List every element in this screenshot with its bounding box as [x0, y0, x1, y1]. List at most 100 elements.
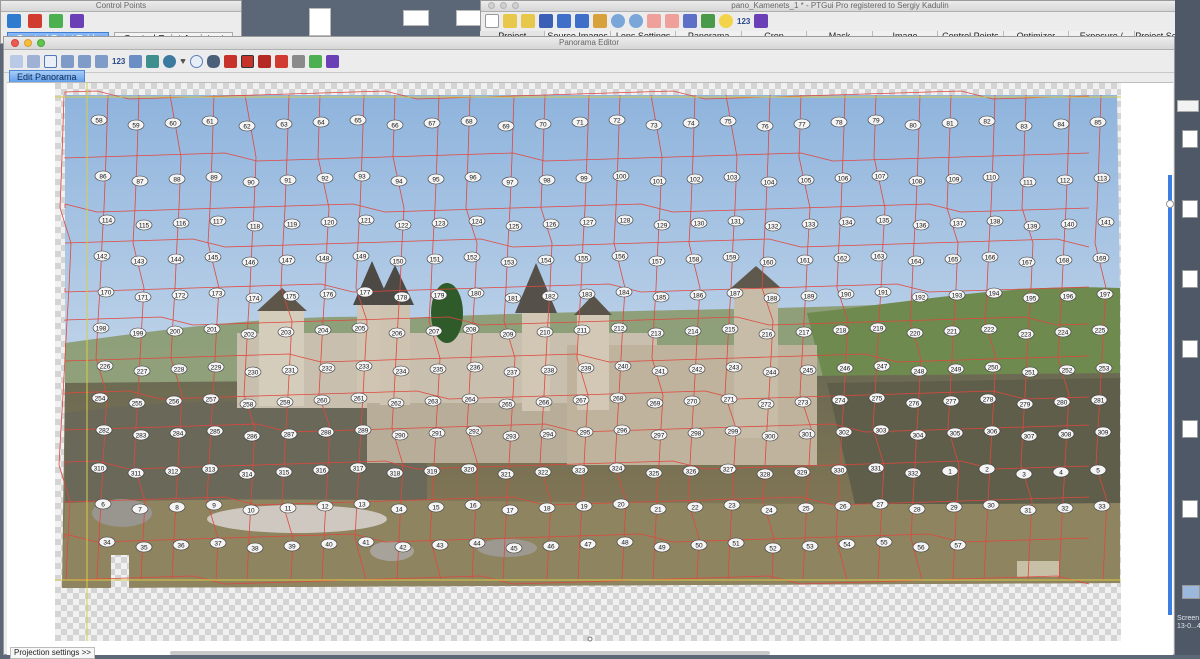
- control-point-marker[interactable]: 156: [611, 250, 629, 262]
- control-point-marker[interactable]: 293: [502, 430, 520, 442]
- control-point-marker[interactable]: 36: [172, 539, 190, 551]
- control-point-marker[interactable]: 193: [948, 289, 966, 301]
- control-point-marker[interactable]: 129: [653, 219, 671, 231]
- control-point-marker[interactable]: 165: [944, 253, 962, 265]
- control-point-marker[interactable]: 123: [431, 217, 449, 229]
- control-point-marker[interactable]: 319: [423, 465, 441, 477]
- control-point-marker[interactable]: 174: [245, 292, 263, 304]
- pin-icon[interactable]: [7, 14, 21, 28]
- desktop-file-icon[interactable]: [1182, 340, 1198, 358]
- control-point-marker[interactable]: 280: [1053, 396, 1071, 408]
- control-point-marker[interactable]: 328: [756, 468, 774, 480]
- control-point-marker[interactable]: 5: [1089, 464, 1107, 476]
- control-point-marker[interactable]: 282: [95, 424, 113, 436]
- control-point-marker[interactable]: 69: [497, 120, 515, 132]
- red-square-icon[interactable]: [224, 54, 238, 68]
- control-point-marker[interactable]: 206: [388, 327, 406, 339]
- control-point-marker[interactable]: 218: [832, 324, 850, 336]
- control-point-marker[interactable]: 310: [90, 462, 108, 474]
- control-point-marker[interactable]: 162: [833, 252, 851, 264]
- control-point-marker[interactable]: 318: [386, 467, 404, 479]
- control-point-marker[interactable]: 84: [1052, 118, 1070, 130]
- control-point-marker[interactable]: 220: [906, 327, 924, 339]
- control-point-marker[interactable]: 211: [573, 324, 591, 336]
- control-point-marker[interactable]: 131: [727, 215, 745, 227]
- control-point-marker[interactable]: 77: [793, 118, 811, 130]
- control-point-marker[interactable]: 287: [280, 428, 298, 440]
- control-point-marker[interactable]: 47: [579, 538, 597, 550]
- control-point-marker[interactable]: 26: [834, 500, 852, 512]
- control-point-marker[interactable]: 295: [576, 426, 594, 438]
- control-point-marker[interactable]: 98: [538, 174, 556, 186]
- control-point-marker[interactable]: 64: [312, 116, 330, 128]
- control-point-marker[interactable]: 66: [386, 119, 404, 131]
- control-point-marker[interactable]: 17: [501, 504, 519, 516]
- control-point-marker[interactable]: 238: [540, 364, 558, 376]
- control-point-marker[interactable]: 300: [761, 430, 779, 442]
- control-point-marker[interactable]: 266: [535, 396, 553, 408]
- save-icon[interactable]: [539, 14, 553, 28]
- undo-icon[interactable]: [557, 14, 571, 28]
- control-point-marker[interactable]: 44: [468, 537, 486, 549]
- control-point-marker[interactable]: 108: [908, 175, 926, 187]
- panorama-canvas[interactable]: 58 59 60 61 62 63 64 65 66 67 68 69 70 71 72 73 74 75 76 77…: [7, 82, 1173, 655]
- control-point-marker[interactable]: 252: [1058, 364, 1076, 376]
- projection-settings-button[interactable]: Projection settings >>: [10, 647, 95, 659]
- select-icon[interactable]: [10, 54, 23, 68]
- cut-icon[interactable]: [593, 14, 607, 28]
- zoom-icon[interactable]: [190, 54, 204, 68]
- control-point-marker[interactable]: 284: [169, 427, 187, 439]
- desktop-file-icon[interactable]: [1182, 130, 1198, 148]
- control-point-marker[interactable]: 13: [353, 498, 371, 510]
- control-point-marker[interactable]: 288: [317, 426, 335, 438]
- control-point-marker[interactable]: 219: [869, 322, 887, 334]
- control-point-marker[interactable]: 124: [468, 215, 486, 227]
- layers-icon[interactable]: [146, 54, 160, 68]
- control-point-marker[interactable]: 40: [320, 538, 338, 550]
- close-button[interactable]: [488, 2, 495, 9]
- control-point-marker[interactable]: 146: [241, 256, 259, 268]
- control-point-marker[interactable]: 283: [132, 429, 150, 441]
- control-point-marker[interactable]: 159: [722, 251, 740, 263]
- control-point-marker[interactable]: 325: [645, 467, 663, 479]
- control-point-marker[interactable]: 31: [1019, 504, 1037, 516]
- control-point-marker[interactable]: 73: [645, 119, 663, 131]
- desktop-file-icon[interactable]: [1182, 500, 1198, 518]
- control-point-marker[interactable]: 188: [763, 292, 781, 304]
- control-point-marker[interactable]: 189: [800, 290, 818, 302]
- control-point-marker[interactable]: 170: [97, 286, 115, 298]
- control-point-marker[interactable]: 152: [463, 251, 481, 263]
- open-icon[interactable]: [503, 14, 517, 28]
- control-point-marker[interactable]: 306: [983, 425, 1001, 437]
- control-point-marker[interactable]: 78: [830, 116, 848, 128]
- control-point-marker[interactable]: 184: [615, 286, 633, 298]
- control-point-marker[interactable]: 249: [947, 363, 965, 375]
- control-point-marker[interactable]: 9: [205, 499, 223, 511]
- control-point-marker[interactable]: 313: [201, 463, 219, 475]
- control-point-marker[interactable]: 119: [283, 218, 301, 230]
- control-point-marker[interactable]: 28: [908, 503, 926, 515]
- control-point-marker[interactable]: 145: [204, 251, 222, 263]
- control-point-marker[interactable]: 148: [315, 252, 333, 264]
- control-point-marker[interactable]: 2: [978, 463, 996, 475]
- control-point-marker[interactable]: 10: [242, 504, 260, 516]
- control-point-marker[interactable]: 81: [941, 117, 959, 129]
- control-point-marker[interactable]: 144: [167, 253, 185, 265]
- control-point-marker[interactable]: 330: [830, 464, 848, 476]
- control-point-marker[interactable]: 102: [686, 173, 704, 185]
- control-point-marker[interactable]: 274: [831, 394, 849, 406]
- control-point-marker[interactable]: 161: [796, 254, 814, 266]
- control-point-marker[interactable]: 90: [242, 176, 260, 188]
- control-point-marker[interactable]: 223: [1017, 328, 1035, 340]
- control-point-marker[interactable]: 277: [942, 395, 960, 407]
- control-point-marker[interactable]: 41: [357, 536, 375, 548]
- zoom-in-icon[interactable]: [611, 14, 625, 28]
- control-point-marker[interactable]: 61: [201, 115, 219, 127]
- control-point-marker[interactable]: 214: [684, 325, 702, 337]
- control-point-marker[interactable]: 190: [837, 288, 855, 300]
- control-point-marker[interactable]: 96: [464, 171, 482, 183]
- control-point-marker[interactable]: 183: [578, 288, 596, 300]
- control-point-marker[interactable]: 269: [646, 397, 664, 409]
- control-point-marker[interactable]: 142: [93, 250, 111, 262]
- control-point-marker[interactable]: 151: [426, 253, 444, 265]
